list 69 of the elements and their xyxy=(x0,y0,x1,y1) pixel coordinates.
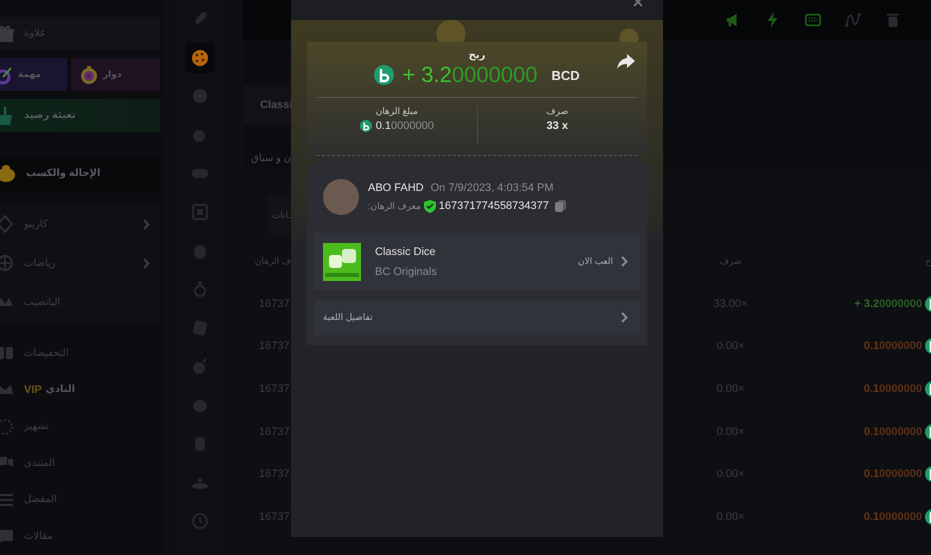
amount-cell: 0.10000000 xyxy=(864,426,922,438)
crown-icon xyxy=(0,384,14,396)
section-heading: ن و سباق xyxy=(251,153,291,166)
chevron-icon xyxy=(621,312,628,323)
ring-icon xyxy=(191,280,209,298)
close-button[interactable] xyxy=(633,0,643,7)
cookie-icon xyxy=(191,48,209,67)
amount-cell: 0.10000000 xyxy=(864,383,922,396)
promo-card[interactable]: مهمة xyxy=(0,58,67,92)
chevron-icon xyxy=(621,256,628,267)
payout-label: صرف xyxy=(546,106,568,117)
game-provider: BC Originals xyxy=(375,266,437,278)
game-title: Classic Dice xyxy=(375,246,437,258)
plant-pot-icon xyxy=(0,105,14,126)
curve-icon xyxy=(845,12,861,28)
referral-card[interactable]: الإحالة والكسب xyxy=(0,156,160,191)
dice-thumbnail xyxy=(323,242,361,280)
game-details-row[interactable]: تفاصيل اللعبة xyxy=(314,300,640,335)
circle-icon xyxy=(191,87,209,106)
result-label: ربح xyxy=(468,50,486,61)
clock-icon xyxy=(191,512,209,530)
wheel-icon xyxy=(79,64,99,85)
avatar xyxy=(323,179,359,215)
crown-icon xyxy=(0,298,14,307)
win-amount: + 3.20000000 xyxy=(402,62,538,88)
bet-time: On 7/9/2023, 4:03:54 PM xyxy=(430,182,554,194)
deposit-card[interactable]: تعبئة رصيد xyxy=(0,99,160,132)
amount-cell: 0.10000000 xyxy=(864,468,922,480)
game-details-label: تفاصيل اللعبة xyxy=(323,312,373,323)
copy-button[interactable] xyxy=(554,200,566,212)
keyboard-icon xyxy=(805,12,821,28)
trash-icon xyxy=(885,12,901,28)
bet-amount: 0.10000000 xyxy=(376,120,434,132)
payout-value: 33 x xyxy=(546,120,568,132)
coin-icon xyxy=(360,120,372,132)
amount-cell: 0.10000000 xyxy=(864,510,922,523)
play-now-link[interactable]: العب الان xyxy=(578,256,613,267)
vip-label: VIP xyxy=(24,384,42,396)
game-tab-label[interactable]: Classi xyxy=(260,99,292,111)
square-icon xyxy=(191,202,209,221)
toolbar-button[interactable] xyxy=(805,12,821,28)
deposit-label: تعبئة رصيد xyxy=(24,110,76,121)
player-name[interactable]: ABO FAHD xyxy=(368,182,424,194)
close-icon xyxy=(633,0,643,7)
bet-id: 167371774558734377 xyxy=(438,200,549,212)
diamond-icon xyxy=(0,215,14,234)
bet-id-label: معرف الرهان: xyxy=(368,200,421,212)
link-label: النادي xyxy=(46,384,76,396)
promo-label: مهمة xyxy=(18,69,42,80)
share-button[interactable] xyxy=(617,54,635,69)
ball-icon xyxy=(0,254,14,272)
amount-cell: 0.10000000 xyxy=(864,340,922,352)
promo-label: دوار xyxy=(103,69,122,80)
share-icon xyxy=(617,54,635,69)
bet-amount-label: مبلغ الرهان xyxy=(376,106,418,117)
coin-bag-icon xyxy=(0,163,16,184)
copy-icon xyxy=(554,200,566,212)
coin-icon xyxy=(374,65,394,85)
gift-icon xyxy=(0,24,14,43)
toolbar-button[interactable] xyxy=(885,12,901,28)
dart-icon xyxy=(0,64,14,85)
dotted-ring-icon xyxy=(0,418,14,436)
amount-cell: + 3.20000000 xyxy=(854,298,922,310)
toolbar-button[interactable] xyxy=(845,12,861,28)
bomb-icon xyxy=(191,357,209,376)
game-tab[interactable] xyxy=(185,42,215,73)
promo-card[interactable]: دوار xyxy=(71,58,160,92)
currency-label: BCD xyxy=(552,68,580,82)
referral-label: الإحالة والكسب xyxy=(26,168,100,179)
